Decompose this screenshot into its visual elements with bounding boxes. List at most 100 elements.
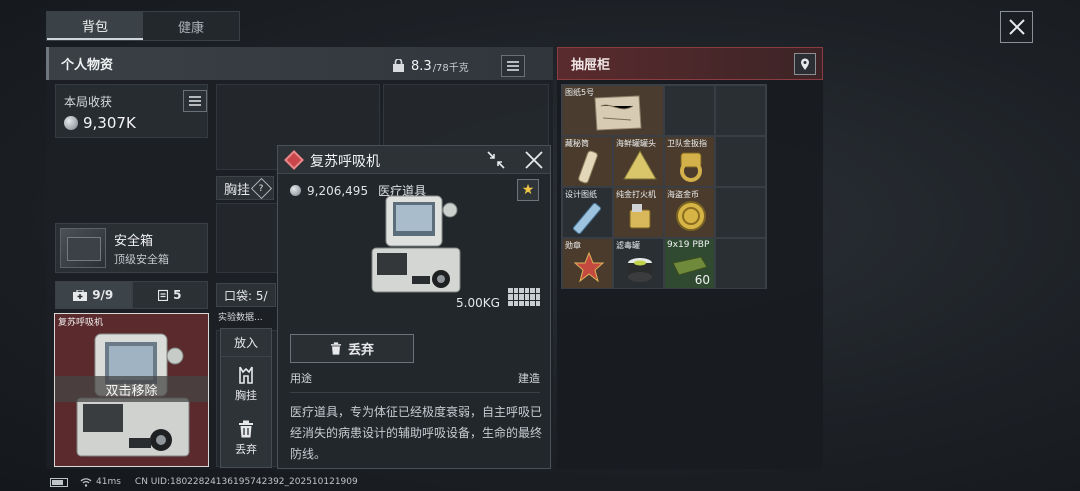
clipboard-icon (158, 289, 169, 301)
discard-button[interactable]: 丢弃 (290, 334, 414, 363)
detail-price: 9,206,495 (307, 183, 369, 198)
cabinet-empty-slot[interactable] (664, 85, 715, 136)
cabinet-item-seafood-can[interactable]: 海鲜罐罐头 (613, 136, 664, 187)
box-counter-tab[interactable]: 9/9 (55, 281, 132, 309)
cabinet-empty-slot[interactable] (715, 136, 766, 187)
move-to-chest-rig-button[interactable]: 胸挂 (221, 357, 271, 411)
uid-text: CN UID:1802282413619574239​2_20251012190… (134, 477, 358, 487)
harvest-label: 本局收获 (64, 95, 113, 109)
detail-close-button[interactable] (524, 150, 544, 170)
cabinet-item-9x19-ammo[interactable]: 9x19 PBP 60 (664, 238, 715, 289)
cabinet-item-gold-lighter[interactable]: 纯金打火机 (613, 187, 664, 238)
status-footer: 41ms CN UID:1802282413619574239​2_202510… (50, 477, 358, 487)
double-click-remove-hint: 双击移除 (55, 376, 208, 402)
tube-icon (578, 150, 598, 184)
safe-box-name: 安全箱 (114, 233, 154, 249)
selected-item-card[interactable]: 复苏呼吸机 双击移除 (54, 313, 209, 467)
detail-description: 医疗道具，专为体征已经极度衰弱，自主呼吸已经消失的病患设计的辅助呼吸设备，生命的… (290, 405, 543, 461)
cabinet-pin-button[interactable] (794, 53, 816, 75)
map-paper-icon (594, 95, 642, 131)
favorite-button[interactable]: ★ (517, 179, 539, 201)
trash-icon (330, 342, 342, 355)
cabinet-item-label: 纯金打火机 (616, 190, 656, 199)
star-icon: ★ (521, 182, 535, 198)
cabinet-title: 抽屉柜 (571, 58, 611, 73)
gas-filter-icon (628, 258, 652, 282)
chest-rig-slot[interactable] (216, 203, 278, 273)
pocket-label: 口袋: 5/ (216, 283, 276, 307)
cabinet-item-label: 海鲜罐罐头 (616, 139, 656, 148)
detail-title: 复苏呼吸机 (310, 154, 380, 170)
chest-rig-label: 胸挂 ? (216, 176, 274, 200)
chest-rig-label-text: 胸挂 (224, 182, 251, 198)
collapse-button[interactable] (486, 151, 506, 169)
list-icon (189, 96, 201, 106)
close-button[interactable] (1000, 11, 1033, 43)
tab-health[interactable]: 健康 (143, 12, 239, 40)
detail-weight: 5.00KG (456, 296, 500, 310)
close-icon (525, 151, 543, 169)
cabinet-item-label: 藏秘筒 (565, 139, 589, 148)
safe-box-level: 顶级安全箱 (114, 252, 169, 266)
coin-icon (64, 116, 78, 130)
personal-supplies-title: 个人物资 (61, 58, 114, 73)
discard-button-label: 丢弃 (347, 343, 374, 358)
discard-menu-label: 丢弃 (235, 442, 257, 456)
place-in-button[interactable]: 放入 (221, 329, 271, 357)
medal-icon (573, 251, 605, 283)
cabinet-item-label: 图纸5号 (565, 88, 595, 97)
other-counter-tab[interactable]: 5 (131, 281, 208, 309)
move-to-chest-rig-label: 胸挂 (235, 388, 257, 402)
cabinet-empty-slot[interactable] (715, 238, 766, 289)
cabinet-item-label: 勋章 (565, 241, 581, 250)
ammo-quantity: 60 (694, 273, 710, 287)
cabinet-item-secret-tube[interactable]: 藏秘筒 (562, 136, 613, 187)
coin-icon (290, 185, 301, 196)
blueprint-roll-icon (572, 202, 602, 234)
cabinet-item-label: 9x19 PBP (667, 240, 710, 250)
help-icon[interactable]: ? (250, 177, 273, 199)
cabinet-item-guard-gold-ring[interactable]: 卫队金扳指 (664, 136, 715, 187)
selected-item-name: 复苏呼吸机 (58, 318, 104, 328)
gold-ring-icon (680, 152, 702, 182)
experiment-data-label: 实验数据... (218, 313, 263, 323)
tab-backpack[interactable]: 背包 (47, 12, 143, 40)
lighter-icon (629, 204, 651, 229)
harvest-value: 9,307K (83, 114, 136, 132)
cabinet-item-label: 卫队金扳指 (667, 139, 707, 148)
cabinet-item-design-blueprint[interactable]: 设计图纸 (562, 187, 613, 238)
usage-row: 用途 建造 (290, 370, 540, 393)
harvest-list-button[interactable] (183, 90, 207, 112)
cabinet-item-label: 滤毒罐 (616, 241, 640, 250)
cabinet-item-blueprint-5[interactable]: 图纸5号 (562, 85, 664, 136)
battery-icon (50, 477, 68, 487)
cabinet-header: 抽屉柜 (557, 47, 823, 80)
cabinet-item-medal[interactable]: 勋章 (562, 238, 613, 289)
detail-header: 复苏呼吸机 (278, 146, 550, 174)
cabinet-item-gas-filter[interactable]: 滤毒罐 (613, 238, 664, 289)
gold-coin-icon (676, 201, 706, 231)
weight-max: /78千克 (432, 62, 469, 74)
usage-label[interactable]: 用途 (290, 370, 312, 386)
collapse-arrows-icon (487, 151, 505, 169)
build-label[interactable]: 建造 (518, 370, 540, 386)
item-size-grid-icon (508, 288, 540, 306)
cabinet-empty-slot[interactable] (715, 85, 766, 136)
weight-current: 8.3 (411, 58, 432, 74)
cabinet-item-label: 海盗金币 (667, 190, 699, 199)
cabinet-item-pirate-gold-coin[interactable]: 海盗金币 (664, 187, 715, 238)
other-count: 5 (173, 288, 182, 302)
ping-value: 41ms (96, 477, 121, 487)
container-counters: 9/9 5 (55, 281, 208, 309)
top-tabs: 背包 健康 (46, 11, 240, 41)
wifi-icon (80, 477, 92, 487)
item-context-menu: 放入 胸挂 丢弃 (220, 328, 272, 468)
safe-box[interactable]: 安全箱 顶级安全箱 (55, 223, 208, 273)
item-detail-popup: 复苏呼吸机 9,206,495 医疗道具 ★ 5.00KG 丢弃 用途 建造 医… (277, 145, 551, 469)
cabinet-empty-slot[interactable] (715, 187, 766, 238)
cabinet-grid: 图纸5号 藏秘筒 海鲜罐罐头 卫队金扳指 设计图纸 纯金打火机 海盗金币 勋章 … (561, 84, 767, 289)
personal-list-button[interactable] (500, 55, 525, 77)
canned-food-icon (623, 149, 657, 180)
discard-menu-button[interactable]: 丢弃 (221, 411, 271, 465)
weight-indicator: 8.3/78千克 (392, 55, 525, 77)
